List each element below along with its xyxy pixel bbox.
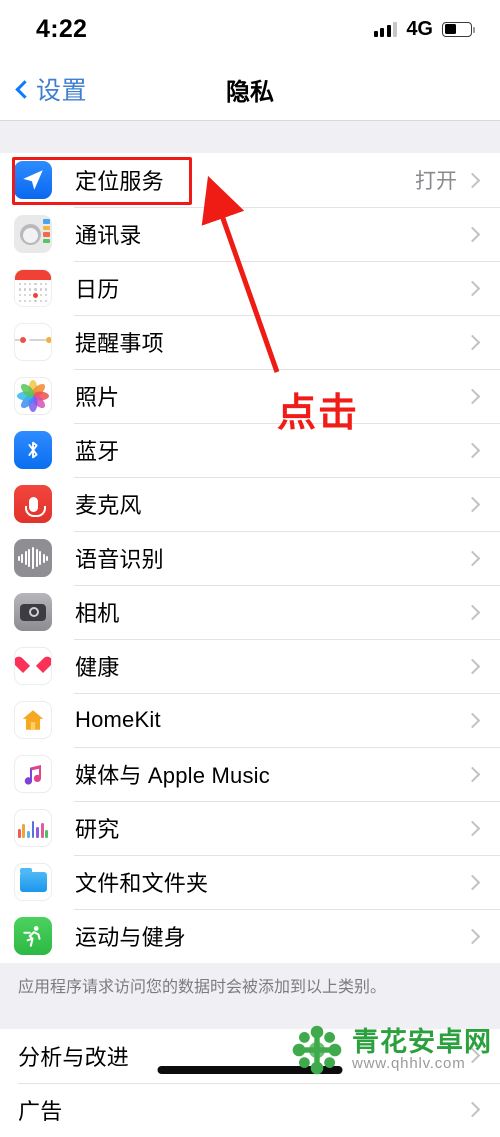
privacy-row-4[interactable]: 提醒事项 (0, 315, 500, 369)
chevron-right-icon (464, 766, 481, 782)
privacy-row-label: 研究 (75, 817, 120, 842)
privacy-row-2[interactable]: 通讯录 (0, 207, 500, 261)
privacy-row-label: 麦克风 (75, 493, 142, 518)
watermark-logo-icon (292, 1025, 342, 1075)
chevron-right-icon (464, 550, 481, 566)
folder-icon (14, 863, 52, 901)
section-footer-note: 应用程序请求访问您的数据时会被添加到以上类别。 (0, 963, 500, 1029)
bluetooth-icon (14, 431, 52, 469)
chevron-right-icon (464, 1101, 481, 1118)
homekit-house-icon (14, 701, 52, 739)
network-type-label: 4G (406, 17, 433, 40)
chevron-right-icon (464, 928, 481, 944)
watermark-url: www.qhhlv.com (352, 1055, 466, 1073)
chevron-left-icon (15, 79, 34, 99)
privacy-list-section: 定位服务 打开通讯录日历提醒事项照片蓝牙麦克风语音识别相机健康 HomeKit 媒体与… (0, 153, 500, 963)
privacy-row-label: 语音识别 (75, 547, 164, 572)
privacy-row-label: 相机 (75, 601, 120, 626)
privacy-row-label: 提醒事项 (75, 331, 164, 356)
privacy-row-label: HomeKit (75, 707, 161, 732)
chevron-right-icon (464, 388, 481, 404)
privacy-row-label: 蓝牙 (75, 439, 120, 464)
location-arrow-icon (14, 161, 52, 199)
privacy-row-11[interactable]: HomeKit (0, 693, 500, 747)
chevron-right-icon (464, 334, 481, 350)
photos-icon (14, 377, 52, 415)
status-bar: 4:22 4G (0, 0, 500, 58)
bottom-row-label: 广告 (18, 1098, 63, 1124)
chevron-right-icon (464, 820, 481, 836)
privacy-row-15[interactable]: 运动与健身 (0, 909, 500, 963)
privacy-row-label: 定位服务 (75, 169, 164, 194)
reminders-icon (14, 323, 52, 361)
privacy-row-7[interactable]: 麦克风 (0, 477, 500, 531)
privacy-row-5[interactable]: 照片 (0, 369, 500, 423)
status-indicators: 4G (373, 17, 476, 41)
privacy-row-label: 运动与健身 (75, 925, 187, 950)
fitness-runner-icon (14, 917, 52, 955)
music-note-icon (14, 755, 52, 793)
back-button-label: 设置 (36, 77, 88, 105)
privacy-row-12[interactable]: 媒体与 Apple Music (0, 747, 500, 801)
chevron-right-icon (464, 172, 481, 188)
chevron-right-icon (464, 280, 481, 296)
microphone-icon (14, 485, 52, 523)
camera-icon (14, 593, 52, 631)
chevron-right-icon (464, 712, 481, 728)
chevron-right-icon (464, 496, 481, 512)
privacy-row-9[interactable]: 相机 (0, 585, 500, 639)
battery-icon (442, 21, 476, 37)
health-heart-icon (14, 647, 52, 685)
bottom-row-2[interactable]: 广告 (0, 1082, 500, 1137)
privacy-row-14[interactable]: 文件和文件夹 (0, 855, 500, 909)
back-button[interactable]: 设置 (15, 71, 88, 107)
section-top-spacer (0, 121, 500, 153)
watermark: 青花安卓网 www.qhhlv.com (290, 1023, 492, 1077)
research-bars-icon (14, 809, 52, 847)
privacy-row-label: 通讯录 (75, 223, 142, 248)
privacy-row-1[interactable]: 定位服务 打开 (0, 153, 500, 207)
privacy-row-label: 媒体与 Apple Music (75, 763, 270, 788)
contacts-icon (14, 215, 52, 253)
navigation-bar: 设置 隐私 (0, 58, 500, 120)
speech-waveform-icon (14, 539, 52, 577)
privacy-row-6[interactable]: 蓝牙 (0, 423, 500, 477)
privacy-row-10[interactable]: 健康 (0, 639, 500, 693)
privacy-row-label: 照片 (75, 385, 120, 410)
chevron-right-icon (464, 226, 481, 242)
privacy-row-label: 日历 (75, 277, 120, 302)
watermark-name: 青花安卓网 (352, 1026, 492, 1057)
privacy-row-3[interactable]: 日历 (0, 261, 500, 315)
privacy-row-label: 健康 (75, 655, 120, 680)
privacy-row-value: 打开 (415, 170, 457, 193)
status-time: 4:22 (36, 14, 88, 43)
chevron-right-icon (464, 604, 481, 620)
privacy-row-label: 文件和文件夹 (75, 871, 209, 896)
chevron-right-icon (464, 658, 481, 674)
calendar-icon (14, 269, 52, 307)
settings-scroll-area[interactable]: 定位服务 打开通讯录日历提醒事项照片蓝牙麦克风语音识别相机健康 HomeKit 媒体与… (0, 121, 500, 1137)
chevron-right-icon (464, 874, 481, 890)
chevron-right-icon (464, 442, 481, 458)
privacy-row-8[interactable]: 语音识别 (0, 531, 500, 585)
privacy-row-13[interactable]: 研究 (0, 801, 500, 855)
cellular-signal-icon (373, 21, 398, 37)
